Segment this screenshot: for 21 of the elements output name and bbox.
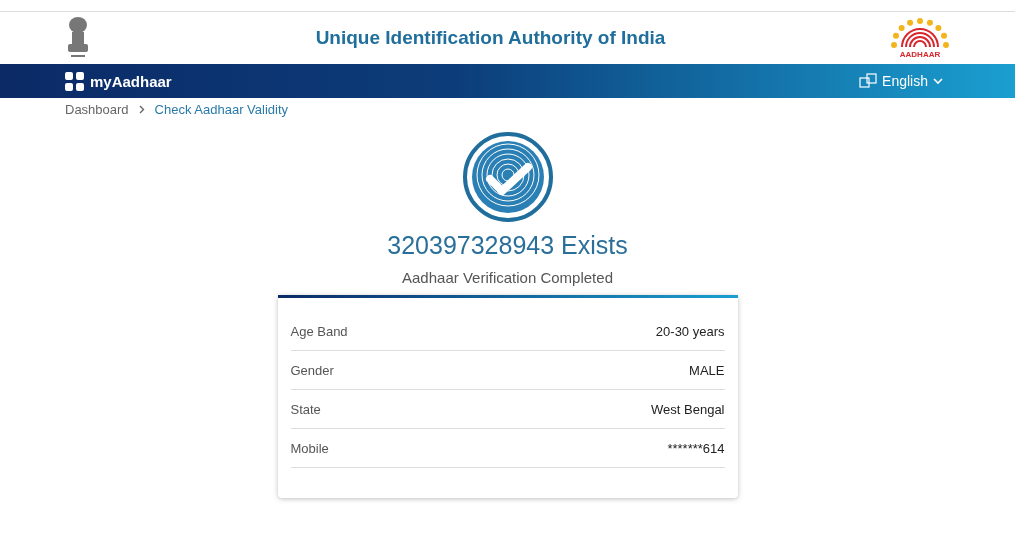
detail-value: *******614	[667, 440, 725, 456]
detail-label: Gender	[290, 362, 334, 378]
detail-label: Mobile	[290, 440, 329, 456]
result-title: 320397328943 Exists	[387, 231, 628, 260]
brand-name: myAadhaar	[90, 72, 172, 90]
result-subtitle: Aadhaar Verification Completed	[402, 269, 613, 286]
detail-label: Age Band	[290, 323, 348, 339]
detail-value: 20-30 years	[655, 323, 725, 339]
language-selector[interactable]: English	[859, 73, 943, 89]
page-title: Unique Identification Authority of India	[315, 27, 666, 49]
translate-icon	[859, 73, 878, 89]
verified-fingerprint-icon	[461, 131, 554, 223]
aadhaar-logo: AADHAAR	[890, 17, 950, 59]
detail-label: State	[290, 401, 321, 417]
breadcrumb-link[interactable]: Check Aadhaar Validity	[154, 101, 289, 117]
chevron-icon	[138, 104, 145, 114]
detail-value: West Bengal	[651, 401, 725, 417]
detail-value: MALE	[689, 362, 725, 378]
breadcrumb-link[interactable]: Dashboard	[65, 101, 129, 117]
grid-icon	[65, 71, 84, 91]
chevron-down-icon	[933, 77, 943, 85]
